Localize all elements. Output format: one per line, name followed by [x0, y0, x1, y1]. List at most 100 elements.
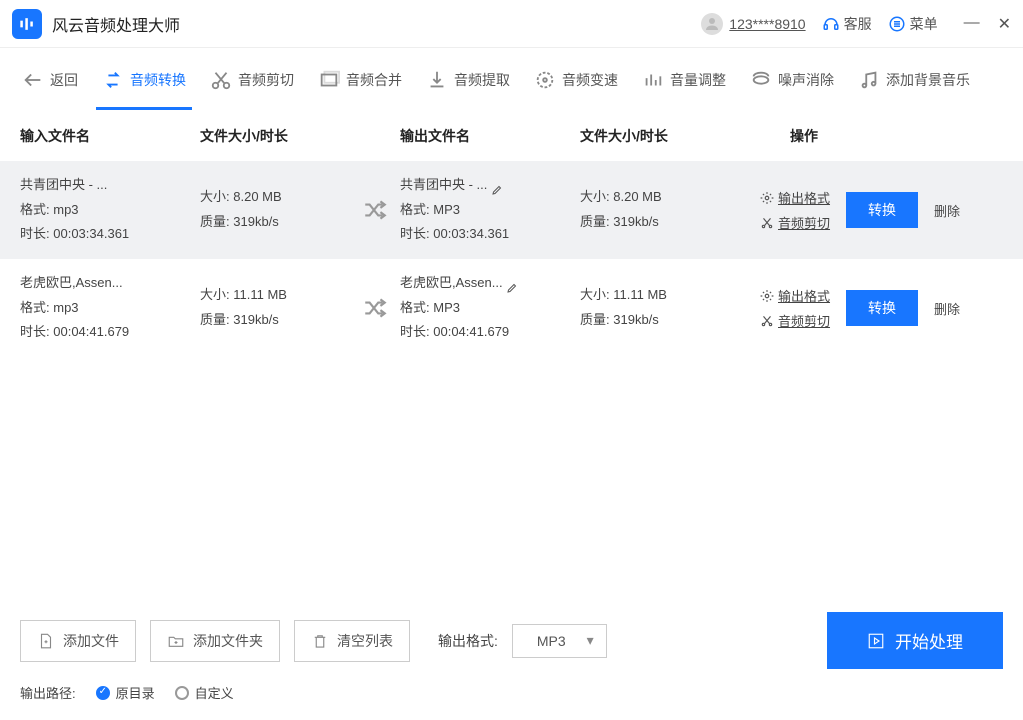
headset-icon	[822, 15, 840, 33]
size-label: 大小:	[200, 189, 230, 204]
out-duration: 00:03:34.361	[433, 226, 509, 241]
merge-icon	[318, 69, 340, 91]
clear-list-button[interactable]: 清空列表	[294, 620, 410, 662]
shuffle-icon	[350, 197, 400, 223]
format-label: 格式:	[400, 202, 430, 217]
tab-noise-remove[interactable]: 噪声消除	[744, 61, 840, 99]
output-format-select[interactable]: MP3	[512, 624, 607, 658]
back-button[interactable]: 返回	[16, 61, 84, 99]
avatar-icon	[701, 13, 723, 35]
convert-button[interactable]: 转换	[846, 192, 918, 228]
tab-label: 音量调整	[670, 70, 726, 90]
title-right: 123****8910 客服 菜单 — ✕	[701, 13, 1011, 35]
play-icon	[867, 632, 885, 650]
in-name: 共青团中央 - ...	[20, 173, 200, 198]
menu-link[interactable]: 菜单	[888, 14, 938, 34]
output-format-label: 输出格式:	[438, 631, 498, 651]
bgm-icon	[858, 69, 880, 91]
tab-add-bgm[interactable]: 添加背景音乐	[852, 61, 976, 99]
format-label: 格式:	[400, 300, 430, 315]
out-name: 老虎欧巴,Assen...	[400, 275, 503, 290]
volume-icon	[642, 69, 664, 91]
output-format-link[interactable]: 输出格式	[760, 286, 830, 305]
in-duration: 00:03:34.361	[53, 226, 129, 241]
duration-label: 时长:	[400, 226, 430, 241]
cut-icon	[210, 69, 232, 91]
tab-audio-cut[interactable]: 音频剪切	[204, 61, 300, 99]
out-format: MP3	[433, 202, 460, 217]
audio-cut-link[interactable]: 音频剪切	[760, 213, 830, 232]
tab-label: 音频变速	[562, 70, 618, 90]
output-format-link[interactable]: 输出格式	[760, 188, 830, 207]
duration-label: 时长:	[20, 226, 50, 241]
radio-dot-icon	[175, 686, 189, 700]
scissors-icon	[760, 216, 774, 230]
convert-button[interactable]: 转换	[846, 290, 918, 326]
tab-audio-convert[interactable]: 音频转换	[96, 61, 192, 99]
size-label: 大小:	[580, 287, 610, 302]
quality-value: 319kb/s	[613, 312, 659, 327]
tab-label: 音频合并	[346, 70, 402, 90]
user-block[interactable]: 123****8910	[701, 13, 805, 35]
in-format: mp3	[53, 202, 78, 217]
shuffle-icon	[350, 295, 400, 321]
tab-label: 添加背景音乐	[886, 70, 970, 90]
tab-label: 音频转换	[130, 70, 186, 90]
cell-size1: 大小: 8.20 MB 质量: 319kb/s	[200, 185, 350, 234]
in-name: 老虎欧巴,Assen...	[20, 271, 200, 296]
out-format: MP3	[433, 300, 460, 315]
back-icon	[22, 69, 44, 91]
radio-original-dir[interactable]: 原目录	[96, 683, 155, 702]
cell-size2: 大小: 11.11 MB 质量: 319kb/s	[580, 283, 760, 332]
cell-input: 老虎欧巴,Assen... 格式: mp3 时长: 00:04:41.679	[20, 271, 200, 345]
table-row[interactable]: 共青团中央 - ... 格式: mp3 时长: 00:03:34.361 大小:…	[0, 161, 1023, 259]
gear-icon	[760, 289, 774, 303]
cell-input: 共青团中央 - ... 格式: mp3 时长: 00:03:34.361	[20, 173, 200, 247]
audio-bars-icon	[17, 14, 37, 34]
out-name: 共青团中央 - ...	[400, 177, 487, 192]
edit-icon[interactable]	[491, 180, 503, 192]
add-file-button[interactable]: 添加文件	[20, 620, 136, 662]
add-folder-button[interactable]: 添加文件夹	[150, 620, 280, 662]
user-id[interactable]: 123****8910	[729, 16, 805, 32]
tab-label: 音频剪切	[238, 70, 294, 90]
quality-label: 质量:	[200, 312, 230, 327]
output-path-label: 输出路径:	[20, 683, 76, 702]
audio-cut-link[interactable]: 音频剪切	[760, 311, 830, 330]
start-process-button[interactable]: 开始处理	[827, 612, 1003, 669]
cell-size1: 大小: 11.11 MB 质量: 319kb/s	[200, 283, 350, 332]
tab-label: 音频提取	[454, 70, 510, 90]
tab-audio-speed[interactable]: 音频变速	[528, 61, 624, 99]
delete-button[interactable]: 删除	[934, 201, 960, 220]
tab-audio-merge[interactable]: 音频合并	[312, 61, 408, 99]
app-title: 风云音频处理大师	[52, 12, 180, 36]
format-label: 格式:	[20, 300, 50, 315]
minimize-button[interactable]: —	[964, 14, 980, 34]
table-row[interactable]: 老虎欧巴,Assen... 格式: mp3 时长: 00:04:41.679 大…	[0, 259, 1023, 357]
size-value: 8.20 MB	[613, 189, 661, 204]
delete-button[interactable]: 删除	[934, 299, 960, 318]
radio-custom-dir[interactable]: 自定义	[175, 683, 234, 702]
edit-icon[interactable]	[506, 278, 518, 290]
size-value: 11.11 MB	[233, 287, 287, 302]
size-label: 大小:	[200, 287, 230, 302]
duration-label: 时长:	[20, 324, 50, 339]
scissors-icon	[760, 314, 774, 328]
quality-label: 质量:	[580, 312, 610, 327]
gear-icon	[760, 191, 774, 205]
app-logo	[12, 9, 42, 39]
convert-icon	[102, 69, 124, 91]
out-duration: 00:04:41.679	[433, 324, 509, 339]
quality-value: 319kb/s	[233, 312, 279, 327]
file-plus-icon	[37, 632, 55, 650]
col-size-duration1: 文件大小/时长	[200, 126, 400, 146]
col-size-duration2: 文件大小/时长	[580, 126, 760, 146]
tab-audio-extract[interactable]: 音频提取	[420, 61, 516, 99]
close-button[interactable]: ✕	[998, 14, 1011, 34]
format-value: MP3	[537, 633, 566, 649]
back-label: 返回	[50, 70, 78, 90]
extract-icon	[426, 69, 448, 91]
support-link[interactable]: 客服	[822, 14, 872, 34]
size-label: 大小:	[580, 189, 610, 204]
tab-volume-adjust[interactable]: 音量调整	[636, 61, 732, 99]
